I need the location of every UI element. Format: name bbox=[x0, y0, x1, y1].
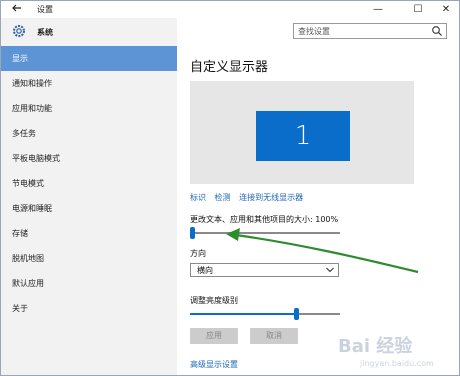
sidebar-item-battery-saver[interactable]: 节电模式 bbox=[1, 171, 177, 196]
sidebar-item-display[interactable]: 显示 bbox=[1, 46, 177, 71]
detect-link[interactable]: 检测 bbox=[215, 193, 231, 202]
identify-link[interactable]: 标识 bbox=[190, 193, 206, 202]
window-title: 设置 bbox=[37, 5, 53, 14]
scale-slider[interactable] bbox=[190, 227, 340, 239]
minimize-button[interactable]: — bbox=[363, 1, 393, 18]
advanced-display-settings-link[interactable]: 高级显示设置 bbox=[190, 359, 238, 370]
sidebar-item-offline-maps[interactable]: 脱机地图 bbox=[1, 246, 177, 271]
close-button[interactable]: ✕ bbox=[431, 1, 460, 18]
maximize-button[interactable]: ☐ bbox=[403, 1, 433, 18]
sidebar-item-storage[interactable]: 存储 bbox=[1, 221, 177, 246]
orientation-selected-value: 横向 bbox=[197, 266, 213, 275]
brightness-slider-fill bbox=[190, 313, 296, 315]
search-box[interactable] bbox=[293, 23, 447, 39]
brightness-label: 调整亮度级别 bbox=[190, 296, 238, 305]
gear-icon bbox=[11, 23, 27, 39]
sidebar-item-multitasking[interactable]: 多任务 bbox=[1, 121, 177, 146]
search-input[interactable] bbox=[298, 25, 426, 37]
orientation-label: 方向 bbox=[190, 249, 206, 258]
apply-button[interactable]: 应用 bbox=[190, 328, 238, 344]
display-links: 标识 检测 连接到无线显示器 bbox=[190, 192, 309, 203]
cancel-button[interactable]: 取消 bbox=[250, 328, 298, 344]
sidebar-item-tablet-mode[interactable]: 平板电脑模式 bbox=[1, 146, 177, 171]
back-arrow-icon[interactable] bbox=[10, 2, 24, 16]
page-title: 自定义显示器 bbox=[190, 60, 269, 75]
scale-slider-thumb[interactable] bbox=[190, 227, 195, 239]
sidebar-item-default-apps[interactable]: 默认应用 bbox=[1, 271, 177, 296]
sidebar-nav: 显示 通知和操作 应用和功能 多任务 平板电脑模式 节电模式 电源和睡眠 存储 … bbox=[1, 46, 177, 321]
sidebar-item-notifications[interactable]: 通知和操作 bbox=[1, 71, 177, 96]
chevron-down-icon bbox=[325, 266, 335, 274]
watermark-subtext: jingyan.baidu.com bbox=[359, 359, 434, 368]
sidebar-title: 系统 bbox=[37, 28, 53, 37]
settings-window: 设置 — ☐ ✕ 系统 显示 通知和操作 应用和功能 多任务 平板电脑模式 节电… bbox=[0, 0, 460, 376]
sidebar: 系统 显示 通知和操作 应用和功能 多任务 平板电脑模式 节电模式 电源和睡眠 … bbox=[1, 18, 177, 375]
watermark-text: Bai 经验 bbox=[338, 335, 413, 357]
brightness-slider[interactable] bbox=[190, 308, 340, 320]
monitor-tile[interactable]: 1 bbox=[256, 111, 350, 161]
scale-slider-track bbox=[190, 232, 340, 234]
brightness-slider-thumb[interactable] bbox=[294, 308, 299, 320]
sidebar-item-about[interactable]: 关于 bbox=[1, 296, 177, 321]
baidu-watermark: Bai 经验 jingyan.baidu.com bbox=[338, 335, 434, 368]
title-bar: 设置 — ☐ ✕ bbox=[1, 1, 459, 18]
sidebar-item-apps-features[interactable]: 应用和功能 bbox=[1, 96, 177, 121]
search-icon[interactable] bbox=[431, 25, 443, 37]
orientation-select[interactable]: 横向 bbox=[190, 263, 339, 277]
sidebar-item-power-sleep[interactable]: 电源和睡眠 bbox=[1, 196, 177, 221]
connect-wireless-link[interactable]: 连接到无线显示器 bbox=[239, 193, 303, 202]
scale-label: 更改文本、应用和其他项目的大小: 100% bbox=[190, 215, 339, 224]
sidebar-header: 系统 bbox=[1, 18, 177, 44]
display-preview: 1 bbox=[190, 81, 414, 184]
